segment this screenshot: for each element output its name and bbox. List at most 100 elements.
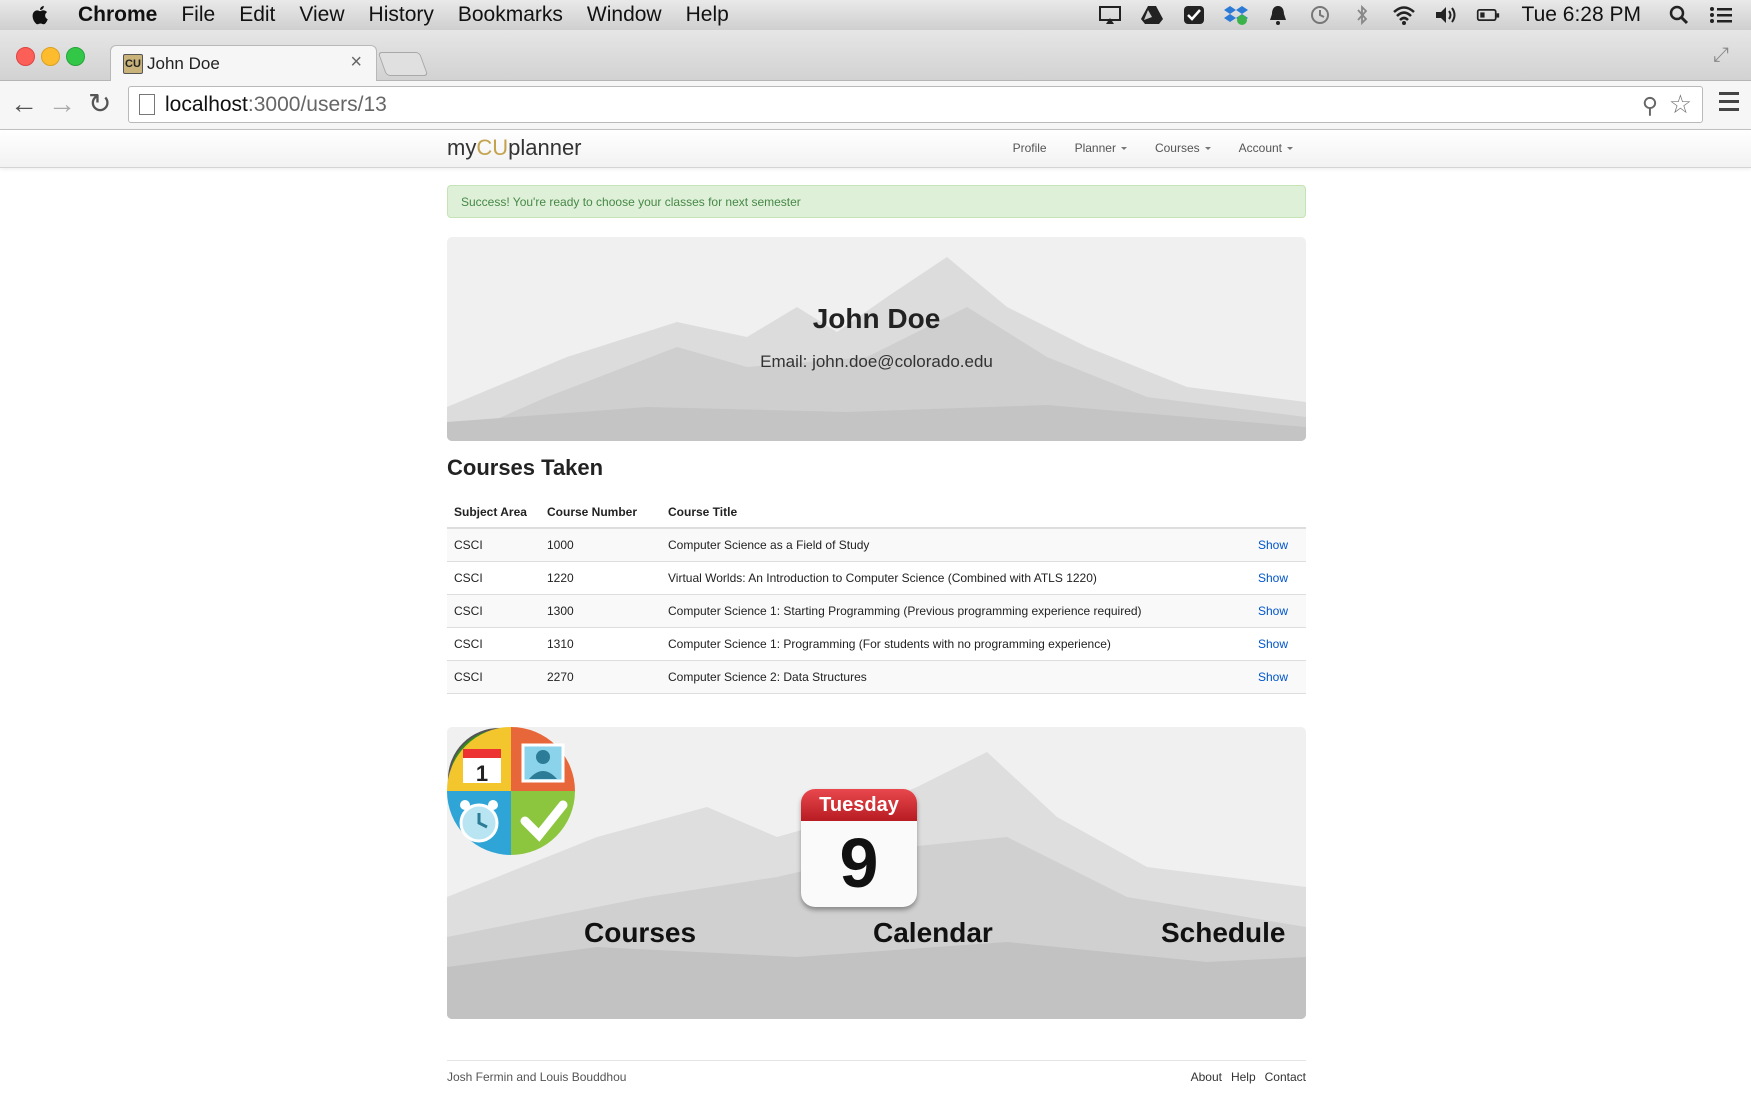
wifi-icon[interactable] [1392, 4, 1416, 26]
cell-subject: CSCI [454, 538, 483, 552]
menu-window[interactable]: Window [587, 3, 662, 27]
browser-toolbar: ← → ↻ localhost:3000/users/13 ⚲ ☆ [0, 81, 1751, 130]
calendar-day: Tuesday [801, 789, 917, 821]
footer-about-link[interactable]: About [1191, 1070, 1222, 1084]
profile-email: Email: john.doe@colorado.edu [760, 352, 993, 371]
new-tab-button[interactable] [377, 52, 429, 76]
tab-title: John Doe [147, 54, 220, 73]
cell-number: 1300 [547, 604, 574, 618]
profile-name: John Doe [812, 303, 941, 334]
close-window-button[interactable] [16, 47, 35, 66]
dropbox-icon[interactable] [1223, 4, 1248, 26]
column-course-title: Course Title [668, 504, 738, 519]
footer-contact-link[interactable]: Contact [1265, 1070, 1306, 1084]
bluetooth-icon[interactable] [1350, 4, 1374, 26]
forward-arrow-icon[interactable]: → [48, 89, 76, 119]
bookmark-star-icon[interactable]: ☆ [1669, 89, 1692, 120]
table-row: CSCI 1300 Computer Science 1: Starting P… [447, 595, 1306, 628]
menu-bookmarks[interactable]: Bookmarks [458, 3, 563, 27]
cell-subject: CSCI [454, 604, 483, 618]
cell-title: Computer Science 2: Data Structures [668, 670, 867, 684]
table-row: CSCI 1220 Virtual Worlds: An Introductio… [447, 562, 1306, 595]
reload-icon[interactable]: ↻ [88, 89, 111, 119]
show-link[interactable]: Show [1248, 637, 1306, 651]
evernote-icon[interactable] [1182, 4, 1206, 26]
volume-icon[interactable] [1434, 4, 1458, 26]
nav-planner[interactable]: Planner [1075, 141, 1127, 155]
nav-profile[interactable]: Profile [1013, 141, 1047, 155]
battery-icon[interactable] [1476, 4, 1500, 26]
caret-down-icon [1287, 147, 1293, 151]
time-machine-icon[interactable] [1308, 4, 1332, 26]
brand-logo[interactable]: myCUplanner [447, 135, 582, 161]
browser-tab[interactable]: CU John Doe × [110, 45, 377, 82]
cell-title: Computer Science 1: Starting Programming… [668, 604, 1142, 618]
spotlight-search-icon[interactable] [1667, 4, 1691, 26]
courses-table: Subject Area Course Number Course Title … [447, 496, 1306, 694]
menu-help[interactable]: Help [686, 3, 729, 27]
show-link[interactable]: Show [1248, 538, 1306, 552]
menu-edit[interactable]: Edit [239, 3, 275, 27]
fullscreen-icon[interactable]: ⤢ [1713, 44, 1729, 67]
notification-bell-icon[interactable] [1266, 4, 1290, 26]
cell-subject: CSCI [454, 670, 483, 684]
nav-account[interactable]: Account [1239, 141, 1293, 155]
calendar-date: 9 [839, 824, 879, 902]
nav-courses[interactable]: Courses [1155, 141, 1211, 155]
column-subject-area: Subject Area [454, 504, 527, 519]
menu-file[interactable]: File [181, 3, 215, 27]
apple-icon[interactable] [26, 4, 56, 26]
cell-number: 2270 [547, 670, 574, 684]
tab-close-icon[interactable]: × [350, 51, 362, 74]
site-navbar: myCUplanner Profile Planner Courses Acco… [0, 130, 1751, 168]
menu-view[interactable]: View [299, 3, 344, 27]
airplay-icon[interactable] [1098, 4, 1122, 26]
calendar-label[interactable]: Calendar [873, 917, 993, 949]
address-bar[interactable]: localhost:3000/users/13 ⚲ ☆ [128, 86, 1703, 123]
zoom-window-button[interactable] [66, 47, 85, 66]
url-text[interactable]: localhost:3000/users/13 [165, 93, 387, 117]
footer-help-link[interactable]: Help [1231, 1070, 1256, 1084]
page-icon [139, 94, 155, 115]
calendar-icon[interactable]: Tuesday 9 [801, 789, 917, 907]
cell-number: 1220 [547, 571, 574, 585]
cell-number: 1000 [547, 538, 574, 552]
nav-links: Profile Planner Courses Account [1013, 141, 1293, 155]
cell-title: Virtual Worlds: An Introduction to Compu… [668, 571, 1097, 585]
cell-number: 1310 [547, 637, 574, 651]
show-link[interactable]: Show [1248, 604, 1306, 618]
table-row: CSCI 2270 Computer Science 2: Data Struc… [447, 661, 1306, 694]
table-row: CSCI 1000 Computer Science as a Field of… [447, 529, 1306, 562]
notification-center-icon[interactable] [1709, 4, 1733, 26]
macos-menu-bar: Chrome File Edit View History Bookmarks … [0, 0, 1751, 30]
schedule-date: 1 [476, 761, 488, 786]
courses-taken-heading: Courses Taken [447, 455, 604, 480]
cell-subject: CSCI [454, 637, 483, 651]
google-drive-icon[interactable] [1140, 4, 1164, 26]
cell-title: Computer Science as a Field of Study [668, 538, 870, 552]
cu-favicon-icon: CU [123, 54, 143, 74]
show-link[interactable]: Show [1248, 571, 1306, 585]
back-arrow-icon[interactable]: ← [10, 89, 38, 119]
minimize-window-button[interactable] [41, 47, 60, 66]
chrome-menu-icon[interactable] [1719, 92, 1739, 116]
show-link[interactable]: Show [1248, 670, 1306, 684]
table-row: CSCI 1310 Computer Science 1: Programmin… [447, 628, 1306, 661]
menu-chrome[interactable]: Chrome [78, 3, 157, 27]
caret-down-icon [1204, 147, 1211, 151]
table-header: Subject Area Course Number Course Title [447, 496, 1306, 529]
courses-label[interactable]: Courses [584, 917, 696, 949]
caret-down-icon [1120, 147, 1127, 151]
status-menus: Tue 6:28 PM [1098, 0, 1733, 30]
footer-links: About Help Contact [1191, 1070, 1306, 1084]
menu-history[interactable]: History [369, 3, 434, 27]
mountain-background-image [447, 257, 1306, 441]
feature-tiles: Courses Tuesday 9 Calendar 1 Schedule [447, 727, 1306, 1019]
schedule-label[interactable]: Schedule [1161, 917, 1285, 949]
magnifier-icon[interactable]: ⚲ [1642, 93, 1658, 119]
footer: Josh Fermin and Louis Bouddhou About Hel… [447, 1060, 1306, 1087]
clock[interactable]: Tue 6:28 PM [1522, 3, 1641, 27]
footer-credit: Josh Fermin and Louis Bouddhou [447, 1070, 627, 1084]
schedule-icon[interactable]: 1 [447, 727, 575, 855]
column-course-number: Course Number [547, 504, 638, 519]
